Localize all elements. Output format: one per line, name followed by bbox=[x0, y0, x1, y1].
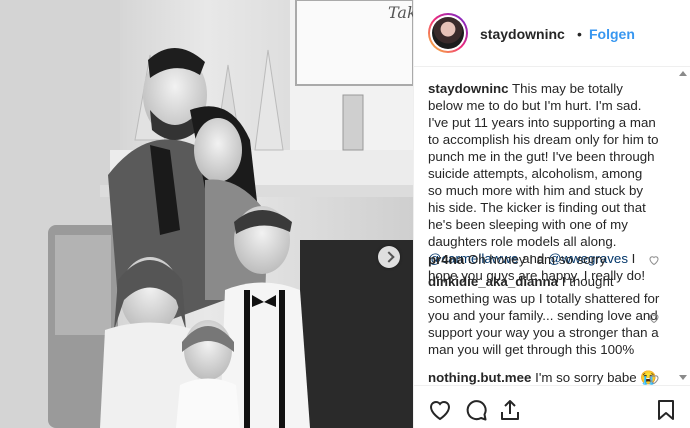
comments-list[interactable]: staydowninc This may be totally below me… bbox=[414, 67, 690, 385]
header-separator: • bbox=[577, 26, 582, 42]
post-sidebar: staydowninc • Folgen staydowninc This ma… bbox=[413, 0, 690, 428]
comment-icon[interactable] bbox=[464, 398, 488, 422]
heart-icon[interactable] bbox=[428, 398, 452, 422]
comment-username[interactable]: nothing.but.mee bbox=[428, 370, 531, 385]
share-icon[interactable] bbox=[498, 398, 522, 422]
bookmark-icon[interactable] bbox=[654, 398, 678, 422]
scroll-down-arrow[interactable] bbox=[679, 375, 687, 380]
comment-item: pr4na Oh honey I am so sorry bbox=[428, 251, 660, 268]
instagram-post-view: Tak bbox=[0, 0, 690, 428]
avatar[interactable] bbox=[428, 13, 468, 53]
comment-item: dinkidie_aka_dianna I thought something … bbox=[428, 273, 660, 358]
heart-icon[interactable] bbox=[648, 312, 660, 324]
comment-text: I'm so sorry babe 😭 bbox=[535, 370, 657, 385]
comment-username[interactable]: dinkidie_aka_dianna bbox=[428, 274, 558, 289]
photo-illustration: Tak bbox=[0, 0, 413, 428]
scroll-up-arrow[interactable] bbox=[679, 71, 687, 76]
heart-icon[interactable] bbox=[648, 254, 660, 266]
caption-username[interactable]: staydowninc bbox=[428, 81, 509, 96]
avatar-image bbox=[432, 17, 464, 49]
comment-username[interactable]: pr4na bbox=[428, 252, 464, 267]
post-header: staydowninc • Folgen bbox=[414, 0, 690, 67]
action-bar bbox=[414, 385, 690, 428]
caption-text-part1: This may be totally below me to do but I… bbox=[428, 81, 659, 249]
heart-icon[interactable] bbox=[648, 373, 660, 385]
follow-button[interactable]: Folgen bbox=[589, 26, 635, 42]
post-photo[interactable]: Tak bbox=[0, 0, 413, 428]
comment-item: nothing.but.mee I'm so sorry babe 😭 bbox=[428, 369, 660, 385]
photo-sign-text: Tak bbox=[388, 3, 413, 22]
comment-text: Oh honey I am so sorry bbox=[467, 252, 607, 267]
header-username[interactable]: staydowninc bbox=[480, 26, 565, 42]
carousel-next-button[interactable] bbox=[378, 246, 400, 268]
